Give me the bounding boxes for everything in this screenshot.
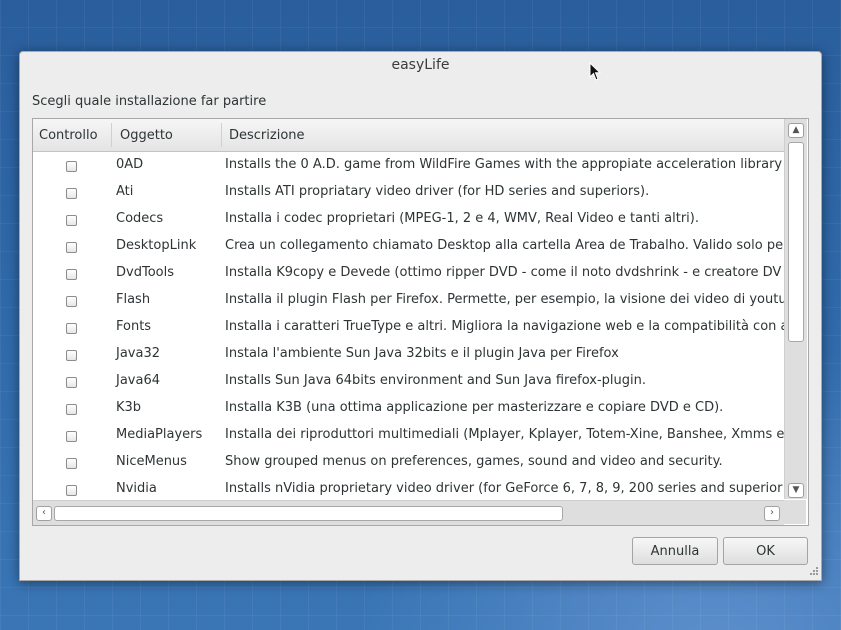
vertical-scroll-thumb[interactable] [788, 142, 804, 342]
row-name: 0AD [116, 157, 144, 172]
horizontal-scroll-thumb[interactable] [54, 506, 563, 521]
list-item[interactable]: Java64 Installs Sun Java 64bits environme… [33, 368, 784, 395]
row-name: NiceMenus [116, 454, 187, 469]
row-checkbox[interactable] [66, 323, 77, 334]
ok-button[interactable]: OK [723, 537, 808, 565]
install-list: Controllo Oggetto Descrizione 0AD Install… [32, 118, 809, 526]
row-checkbox[interactable] [66, 161, 77, 172]
row-description: Installs nVidia proprietary video driver… [225, 481, 783, 496]
easylife-dialog: easyLife Scegli quale installazione far … [19, 51, 822, 581]
row-name: Java32 [116, 346, 161, 361]
row-name: MediaPlayers [116, 427, 203, 442]
list-header: Controllo Oggetto Descrizione [33, 119, 784, 152]
list-item[interactable]: Nvidia Installs nVidia proprietary video … [33, 476, 784, 499]
column-header-control[interactable]: Controllo [39, 128, 98, 143]
row-checkbox[interactable] [66, 431, 77, 442]
column-header-description[interactable]: Descrizione [229, 128, 305, 143]
resize-grip-icon[interactable] [807, 566, 819, 578]
row-description: Installs the 0 A.D. game from WildFire G… [225, 157, 783, 172]
mouse-pointer-icon [589, 62, 601, 81]
row-name: DesktopLink [116, 238, 197, 253]
horizontal-scrollbar[interactable]: ‹ › [33, 500, 784, 525]
row-description: Installa i codec proprietari (MPEG-1, 2 … [225, 211, 699, 226]
row-description: Installs ATI propriatary video driver (f… [225, 184, 650, 199]
row-checkbox[interactable] [66, 377, 77, 388]
scroll-corner [784, 500, 806, 524]
row-name: DvdTools [116, 265, 174, 280]
row-checkbox[interactable] [66, 242, 77, 253]
list-item[interactable]: Ati Installs ATI propriatary video driver… [33, 179, 784, 206]
row-checkbox[interactable] [66, 350, 77, 361]
list-item[interactable]: DesktopLink Crea un collegamento chiamato… [33, 233, 784, 260]
list-item[interactable]: NiceMenus Show grouped menus on preferenc… [33, 449, 784, 476]
row-name: Ati [116, 184, 134, 199]
row-name: Java64 [116, 373, 161, 388]
list-rows: 0AD Installs the 0 A.D. game from WildFir… [33, 152, 784, 499]
row-name: K3b [116, 400, 142, 415]
list-item[interactable]: Flash Installa il plugin Flash per Firefo… [33, 287, 784, 314]
cancel-button[interactable]: Annulla [632, 537, 718, 565]
row-checkbox[interactable] [66, 485, 77, 496]
vertical-scrollbar[interactable]: ▲ ▼ [784, 119, 807, 499]
row-description: Installs Sun Java 64bits environment and… [225, 373, 646, 388]
list-item[interactable]: Java32 Instala l'ambiente Sun Java 32bits… [33, 341, 784, 368]
row-description: Installa il plugin Flash per Firefox. Pe… [225, 292, 784, 307]
row-checkbox[interactable] [66, 296, 77, 307]
prompt-label: Scegli quale installazione far partire [32, 94, 267, 109]
list-item[interactable]: MediaPlayers Installa dei riproduttori mu… [33, 422, 784, 449]
row-checkbox[interactable] [66, 269, 77, 280]
chevron-up-icon[interactable]: ▲ [788, 123, 804, 138]
list-item[interactable]: DvdTools Installa K9copy e Devede (ottimo… [33, 260, 784, 287]
row-description: Installa K9copy e Devede (ottimo ripper … [225, 265, 782, 280]
row-checkbox[interactable] [66, 215, 77, 226]
column-separator [111, 123, 112, 147]
chevron-right-icon[interactable]: › [764, 506, 780, 521]
row-description: Instala l'ambiente Sun Java 32bits e il … [225, 346, 619, 361]
chevron-down-icon[interactable]: ▼ [788, 483, 804, 498]
row-description: Installa K3B (una ottima applicazione pe… [225, 400, 724, 415]
row-description: Installa i caratteri TrueType e altri. M… [225, 319, 784, 334]
row-name: Nvidia [116, 481, 157, 496]
list-item[interactable]: Codecs Installa i codec proprietari (MPEG… [33, 206, 784, 233]
list-item[interactable]: Fonts Installa i caratteri TrueType e alt… [33, 314, 784, 341]
row-name: Flash [116, 292, 151, 307]
row-name: Codecs [116, 211, 164, 226]
row-checkbox[interactable] [66, 458, 77, 469]
window-title: easyLife [391, 57, 450, 73]
column-header-object[interactable]: Oggetto [120, 128, 173, 143]
row-checkbox[interactable] [66, 404, 77, 415]
row-description: Crea un collegamento chiamato Desktop al… [225, 238, 784, 253]
chevron-left-icon[interactable]: ‹ [36, 506, 52, 521]
row-description: Show grouped menus on preferences, games… [225, 454, 723, 469]
row-description: Installa dei riproduttori multimediali (… [225, 427, 784, 442]
column-separator [221, 123, 222, 147]
row-name: Fonts [116, 319, 152, 334]
list-item[interactable]: K3b Installa K3B (una ottima applicazione… [33, 395, 784, 422]
list-item[interactable]: 0AD Installs the 0 A.D. game from WildFir… [33, 152, 784, 179]
row-checkbox[interactable] [66, 188, 77, 199]
